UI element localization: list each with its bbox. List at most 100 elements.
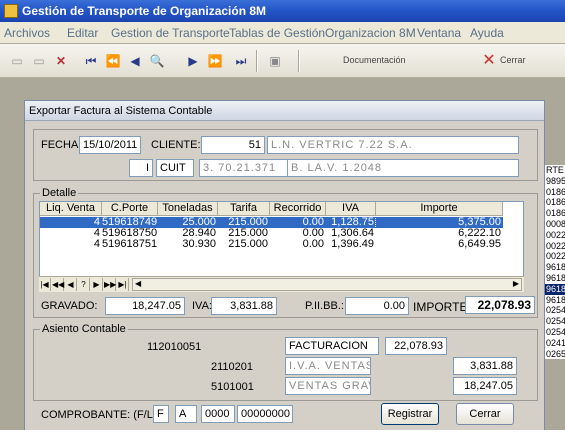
cell-toneladas: 30.930 xyxy=(182,238,216,250)
save-icon[interactable]: ▭ xyxy=(30,52,48,70)
ventas-gravadas-field[interactable]: VENTAS GRAVADAS xyxy=(285,377,371,395)
last-page-icon[interactable]: ▶| xyxy=(117,278,129,291)
cerrar-toolbar-button[interactable]: Cerrar xyxy=(500,55,526,65)
importe-label: IMPORTE: xyxy=(413,300,471,314)
list-item: 0254 xyxy=(546,316,565,327)
print-icon[interactable]: ▣ xyxy=(266,52,284,70)
gravado-label: GRAVADO: xyxy=(41,300,98,312)
next-record-icon[interactable]: ▶ xyxy=(91,278,103,291)
window-titlebar: Gestión de Transporte de Organización 8M xyxy=(0,0,565,22)
cell-liq-venta: 4 xyxy=(93,227,100,239)
prev-page-icon[interactable]: ◀◀ xyxy=(52,278,64,291)
registrar-button[interactable]: Registrar xyxy=(381,403,439,425)
comprobante-punto-venta-field[interactable]: 0000 xyxy=(201,405,235,423)
column-header[interactable]: Toneladas xyxy=(158,202,218,216)
iibb-field[interactable]: 0.00 xyxy=(345,297,409,315)
list-item: 0022 xyxy=(546,240,565,251)
column-header[interactable]: IVA xyxy=(326,202,376,216)
grid-header: Liq. Venta C.Porte Toneladas Tarifa Reco… xyxy=(40,202,503,216)
toolbar-separator xyxy=(298,50,300,72)
importe-total-field[interactable]: 22,078.93 xyxy=(465,296,535,314)
list-item: 0186 xyxy=(546,186,565,197)
column-header[interactable]: Liq. Venta xyxy=(40,202,102,216)
cell-iva: 1,396.49 xyxy=(331,238,374,250)
detalle-label: Detalle xyxy=(40,187,79,199)
address-field[interactable]: B. LA.V. 1.2048 xyxy=(287,159,519,177)
table-row[interactable]: 4 519618751 30.930 215.000 0.00 1,396.49… xyxy=(40,239,503,250)
menu-organizacion[interactable]: Organizacion 8M xyxy=(325,26,416,40)
export-invoice-dialog: Exportar Factura al Sistema Contable FEC… xyxy=(24,100,545,437)
prev-record-icon[interactable]: ◀ xyxy=(126,52,144,70)
list-item: 0186 xyxy=(546,208,565,219)
cuit-field[interactable]: 3. 70.21.371 xyxy=(199,159,289,177)
cuenta-iva-label: 2110201 xyxy=(211,361,254,373)
help-icon[interactable]: ? xyxy=(78,278,90,291)
list-item: 9618 xyxy=(546,272,565,283)
menu-archivos[interactable]: Archivos xyxy=(4,26,50,40)
menu-tablas-gestion[interactable]: Tablas de Gestión xyxy=(229,26,325,40)
prev-record-icon[interactable]: ◀ xyxy=(65,278,77,291)
facturacion-field[interactable]: FACTURACION xyxy=(285,337,379,355)
scroll-right-icon[interactable]: ▶ xyxy=(513,279,519,288)
dialog-title: Exportar Factura al Sistema Contable xyxy=(29,105,213,117)
menu-gestion-transporte[interactable]: Gestion de Transporte xyxy=(111,26,230,40)
cell-liq-venta: 4 xyxy=(93,238,100,250)
list-item: 0022 xyxy=(546,229,565,240)
list-item: 0008 xyxy=(546,218,565,229)
comprobante-letra-field[interactable]: A xyxy=(175,405,197,423)
next-page-icon[interactable]: ⏩ xyxy=(206,52,224,70)
menu-editar[interactable]: Editar xyxy=(67,26,98,40)
comprobante-numero-field[interactable]: 00000000 xyxy=(237,405,293,423)
toolbar-separator xyxy=(256,50,258,72)
close-icon[interactable]: ✕ xyxy=(480,52,498,70)
cuenta-debe-label: 112010051 xyxy=(147,341,202,353)
next-record-icon[interactable]: ▶ xyxy=(184,52,202,70)
dialog-titlebar: Exportar Factura al Sistema Contable xyxy=(25,101,544,121)
column-header[interactable]: Tarifa xyxy=(218,202,270,216)
delete-icon[interactable]: ✕ xyxy=(52,52,70,70)
toolbar: ▭ ▭ ✕ ⏮ ⏪ ◀ 🔍 ▶ ⏩ ⏭ ▣ Documentación ✕ Ce… xyxy=(0,44,565,78)
iibb-label: P.II.BB.: xyxy=(305,300,344,312)
ventas-gravadas-amount-field[interactable]: 18,247.05 xyxy=(453,377,517,395)
iva-field[interactable]: 3,831.88 xyxy=(211,297,277,315)
iva-condition-field[interactable]: I xyxy=(129,159,153,177)
list-item: 9618 xyxy=(546,262,565,273)
iva-ventas-field[interactable]: I.V.A. VENTAS RESP. xyxy=(285,357,371,375)
app-icon xyxy=(4,4,18,18)
column-header[interactable]: C.Porte xyxy=(102,202,158,216)
comprobante-tipo-field[interactable]: F xyxy=(153,405,169,423)
search-icon[interactable]: 🔍 xyxy=(148,52,166,70)
cliente-name-field[interactable]: L.N. VERTRIC 7.22 S.A. xyxy=(267,136,519,154)
documentacion-button[interactable]: Documentación xyxy=(343,55,406,65)
column-header[interactable]: Importe xyxy=(376,202,503,216)
scroll-left-icon[interactable]: ◀ xyxy=(135,279,141,288)
list-item: RTE xyxy=(546,165,564,175)
first-record-icon[interactable]: ⏮ xyxy=(82,52,100,70)
horizontal-scrollbar[interactable]: ◀ ▶ xyxy=(132,278,522,291)
first-page-icon[interactable]: |◀ xyxy=(39,278,51,291)
new-icon[interactable]: ▭ xyxy=(8,52,26,70)
menu-ventana[interactable]: Ventana xyxy=(417,26,461,40)
cell-tarifa: 215.000 xyxy=(228,238,268,250)
gravado-field[interactable]: 18,247.05 xyxy=(105,297,185,315)
fecha-field[interactable]: 15/10/2011 xyxy=(79,136,141,154)
window-title: Gestión de Transporte de Organización 8M xyxy=(22,4,267,18)
menubar: Archivos Editar Gestion de Transporte Ta… xyxy=(0,22,565,44)
last-record-icon[interactable]: ⏭ xyxy=(232,52,250,70)
list-item: 0254 xyxy=(546,305,565,316)
prev-page-icon[interactable]: ⏪ xyxy=(104,52,122,70)
list-item-selected: 9618 xyxy=(545,283,565,295)
cliente-number-field[interactable]: 51 xyxy=(201,136,265,154)
next-page-icon[interactable]: ▶▶ xyxy=(104,278,116,291)
cerrar-button[interactable]: Cerrar xyxy=(456,403,514,425)
column-header[interactable]: Recorrido xyxy=(270,202,326,216)
list-item: 0265 xyxy=(546,348,565,359)
iva-ventas-amount-field[interactable]: 3,831.88 xyxy=(453,357,517,375)
cell-importe: 6,649.95 xyxy=(458,238,501,250)
menu-ayuda[interactable]: Ayuda xyxy=(470,26,504,40)
list-item: 9895 xyxy=(546,175,565,186)
cuenta-ventas-label: 5101001 xyxy=(211,381,254,393)
facturacion-amount-field[interactable]: 22,078.93 xyxy=(385,337,447,355)
cell-carta-porte: 519618751 xyxy=(102,238,158,250)
grid-navigator: |◀ ◀◀ ◀ ? ▶ ▶▶ ▶| ◀ ▶ xyxy=(39,276,524,292)
